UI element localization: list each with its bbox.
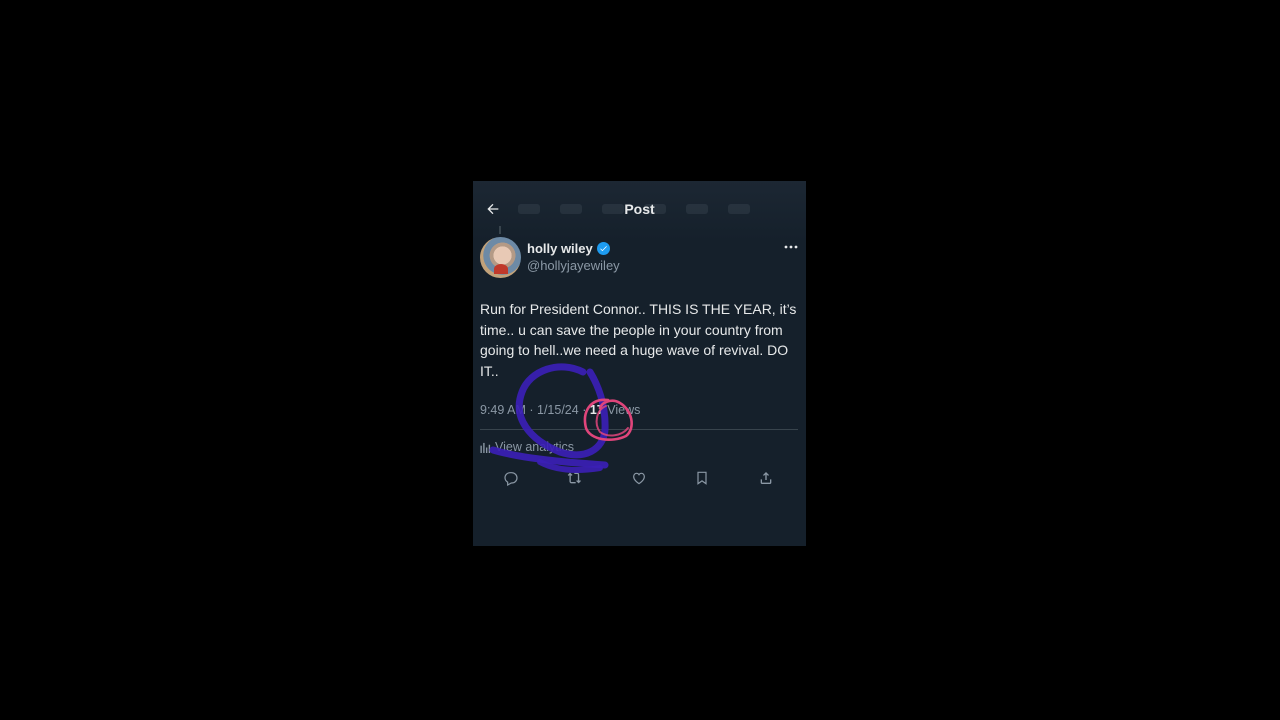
views-label: Views xyxy=(607,403,641,417)
like-icon xyxy=(633,472,645,485)
more-options-button[interactable] xyxy=(781,239,801,255)
bookmark-button[interactable] xyxy=(692,468,712,488)
meta-separator: · xyxy=(529,403,537,417)
repost-icon xyxy=(567,472,581,484)
author-name-row[interactable]: holly wiley xyxy=(527,241,610,256)
reply-button[interactable] xyxy=(501,468,521,488)
share-button[interactable] xyxy=(756,468,776,488)
divider xyxy=(480,429,798,430)
tweet-time: 9:49 AM xyxy=(480,403,526,417)
verified-badge-icon xyxy=(596,242,610,255)
view-analytics-link[interactable]: View analytics xyxy=(480,440,574,454)
like-button[interactable] xyxy=(629,468,649,488)
share-icon xyxy=(760,472,772,484)
author-name[interactable]: holly wiley xyxy=(527,241,593,256)
view-analytics-label[interactable]: View analytics xyxy=(495,440,574,454)
post-screen: Post holly wiley @hollyjayewiley Run for… xyxy=(473,181,806,546)
reply-icon xyxy=(504,472,518,486)
action-bar xyxy=(473,468,806,488)
page-title: Post xyxy=(624,201,655,217)
repost-button[interactable] xyxy=(565,468,585,488)
more-icon xyxy=(784,245,798,249)
author-handle[interactable]: @hollyjayewiley xyxy=(527,258,620,273)
views-count: 17 xyxy=(589,403,604,417)
avatar[interactable] xyxy=(480,237,521,278)
analytics-icon xyxy=(480,442,491,453)
meta-separator: · xyxy=(582,403,590,417)
tweet-meta: 9:49 AM · 1/15/24 · 17 Views xyxy=(480,403,640,417)
bookmark-icon xyxy=(697,471,707,485)
thread-line xyxy=(499,226,501,234)
tweet-date: 1/15/24 xyxy=(537,403,579,417)
tweet-text: Run for President Connor.. THIS IS THE Y… xyxy=(480,301,797,379)
